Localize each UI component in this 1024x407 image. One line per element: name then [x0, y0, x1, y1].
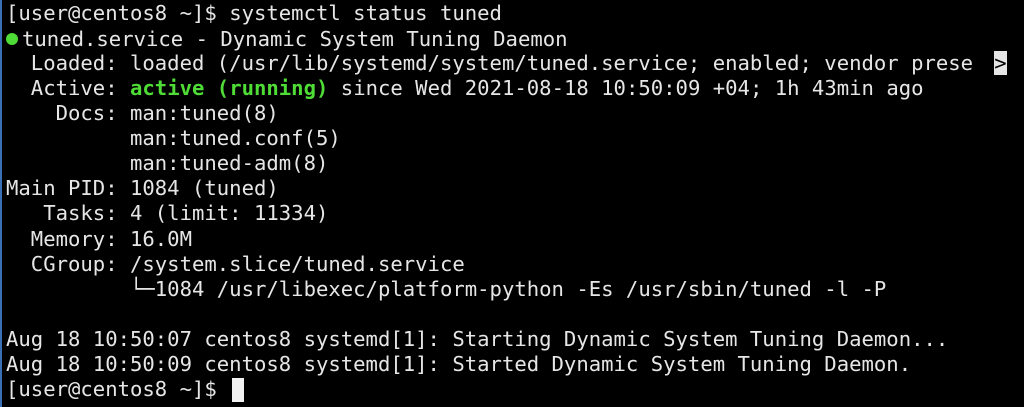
- active-line: Active: active (running) since Wed 2021-…: [6, 76, 924, 101]
- text-cursor: [232, 378, 244, 402]
- terminal-window[interactable]: [user@centos8 ~]$ systemctl status tuned…: [0, 0, 1024, 407]
- journal-line: Aug 18 10:50:07 centos8 systemd[1]: Star…: [6, 327, 949, 351]
- memory-line: Memory: 16.0M: [6, 227, 192, 251]
- main-pid-line: Main PID: 1084 (tuned): [6, 176, 279, 200]
- active-since: since Wed 2021-08-18 10:50:09 +04; 1h 43…: [328, 76, 924, 100]
- truncation-marker: >: [994, 51, 1007, 75]
- cgroup-line: CGroup: /system.slice/tuned.service: [6, 252, 465, 276]
- cgroup-process-line: └─1084 /usr/libexec/platform-python -Es …: [6, 277, 887, 301]
- command-text: systemctl status tuned: [229, 1, 502, 25]
- docs-line-2: man:tuned.conf(5): [6, 126, 341, 150]
- loaded-line: Loaded: loaded (/usr/lib/systemd/system/…: [6, 51, 974, 75]
- command-line: [user@centos8 ~]$ systemctl status tuned: [6, 1, 502, 26]
- active-label: Active:: [6, 76, 130, 100]
- docs-line-1: Docs: man:tuned(8): [6, 101, 279, 125]
- docs-line-3: man:tuned-adm(8): [6, 151, 329, 175]
- green-status-dot-icon: [6, 33, 18, 45]
- final-prompt-line[interactable]: [user@centos8 ~]$: [6, 377, 229, 402]
- journal-line: Aug 18 10:50:09 centos8 systemd[1]: Star…: [6, 352, 912, 376]
- service-title: tuned.service - Dynamic System Tuning Da…: [22, 27, 568, 51]
- shell-prompt: [user@centos8 ~]$: [6, 1, 217, 25]
- tasks-line: Tasks: 4 (limit: 11334): [6, 201, 329, 225]
- active-state: active (running): [130, 76, 329, 100]
- service-title-line: tuned.service - Dynamic System Tuning Da…: [6, 27, 568, 52]
